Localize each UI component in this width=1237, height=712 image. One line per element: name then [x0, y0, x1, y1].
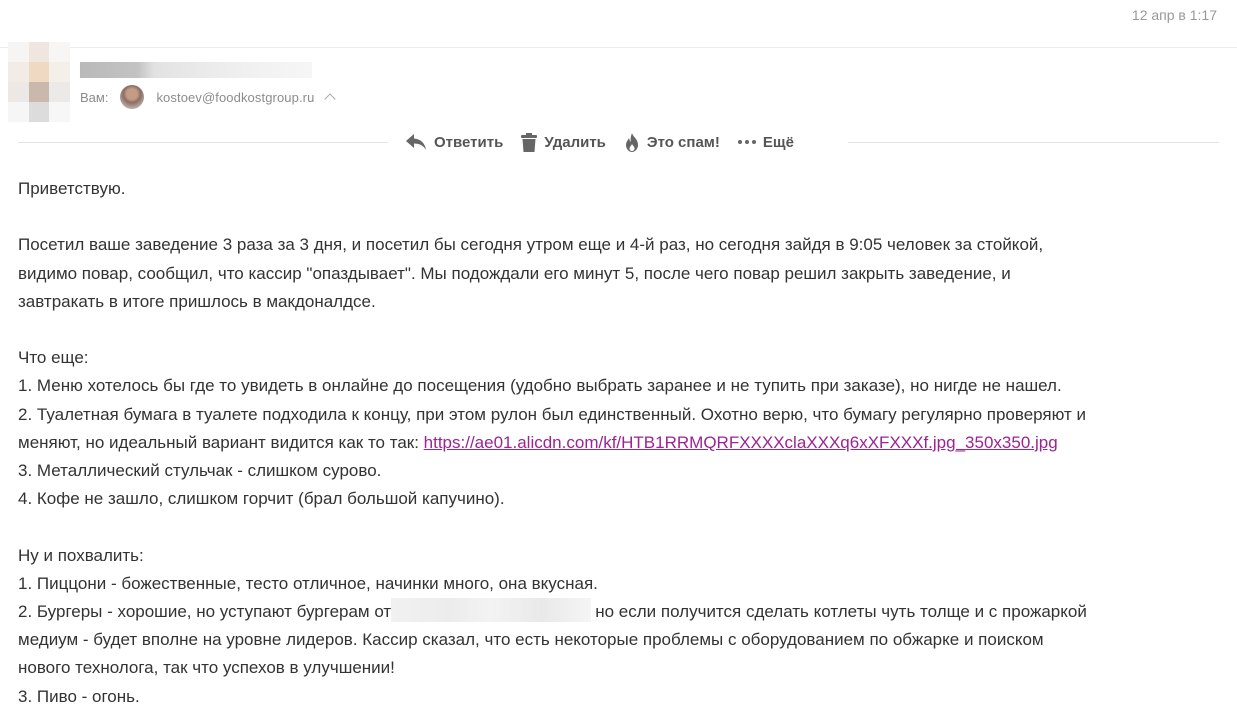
reply-button[interactable]: Ответить [405, 133, 503, 151]
list-item: 3. Металлический стульчак - слишком суро… [18, 461, 382, 480]
list-item: 2. Бургеры - хорошие, но уступают бургер… [18, 598, 1223, 626]
list-item-text: меняют, но идеальный вариант видится как… [18, 432, 424, 452]
more-dots-icon [737, 140, 756, 144]
delete-label: Удалить [544, 133, 606, 151]
list-item: медиум - будет вполне на уровне лидеров.… [18, 630, 1044, 650]
redacted-text [391, 598, 592, 622]
list-item: 3. Пиво - огонь. [18, 686, 140, 706]
toolbar-divider-left [18, 142, 388, 143]
recipient-email[interactable]: kostoev@foodkostgroup.ru [156, 90, 314, 105]
list-item: меняют, но идеальный вариант видится как… [18, 429, 1223, 457]
toolbar-actions: Ответить Удалить Это спам! Ещё [405, 128, 794, 156]
list-item: 1. Пиццони - божественные, тесто отлично… [18, 573, 598, 593]
paragraph-line: завтракать в итоге пришлось в макдоналдс… [18, 291, 376, 311]
list-item: 2. Туалетная бумага в туалете подходила … [18, 404, 1087, 424]
image-link[interactable]: https://ae01.alicdn.com/kf/HTB1RRMQRFXXX… [424, 433, 1058, 452]
email-view: 12 апр в 1:17 Вам: kostoev@foodkostgroup… [0, 0, 1237, 712]
flame-icon [625, 132, 638, 152]
paragraph-line: видимо повар, сообщил, что кассир "опазд… [18, 263, 1011, 283]
sender-name-redacted[interactable] [80, 62, 312, 78]
spam-label: Это спам! [646, 133, 720, 151]
more-label: Ещё [762, 133, 794, 151]
toolbar-divider-right [848, 142, 1219, 143]
section-heading: Что еще: [18, 348, 89, 368]
spam-button[interactable]: Это спам! [624, 132, 720, 152]
greeting: Приветствую. [18, 179, 126, 198]
message-date: 12 апр в 1:17 [1131, 7, 1217, 23]
recipient-row: Вам: kostoev@foodkostgroup.ru [80, 85, 337, 109]
reply-icon [406, 134, 426, 150]
list-item-text: 2. Бургеры - хорошие, но уступают бургер… [18, 602, 392, 621]
chevron-up-icon[interactable] [324, 93, 337, 105]
reply-label: Ответить [434, 133, 504, 151]
list-item-text: но если получится сделать котлеты чуть т… [595, 602, 1087, 621]
recipient-avatar[interactable] [120, 85, 145, 109]
message-body: Приветствую. Посетил ваше заведение 3 ра… [18, 175, 1223, 711]
trash-icon [521, 132, 538, 152]
delete-button[interactable]: Удалить [521, 132, 606, 152]
section-heading: Ну и похвалить: [18, 545, 144, 565]
to-label: Вам: [80, 89, 109, 105]
paragraph-line: Посетил ваше заведение 3 раза за 3 дня, … [18, 235, 1044, 255]
message-toolbar: Ответить Удалить Это спам! Ещё [0, 128, 1237, 156]
list-item: 1. Меню хотелось бы где то увидеть в онл… [18, 376, 1062, 396]
more-button[interactable]: Ещё [737, 133, 794, 151]
list-item: 4. Кофе не зашло, слишком горчит (брал б… [18, 489, 505, 509]
header-divider [0, 47, 1237, 48]
list-item: нового технолога, так что успехов в улуч… [18, 658, 395, 678]
sender-avatar[interactable] [8, 42, 70, 122]
